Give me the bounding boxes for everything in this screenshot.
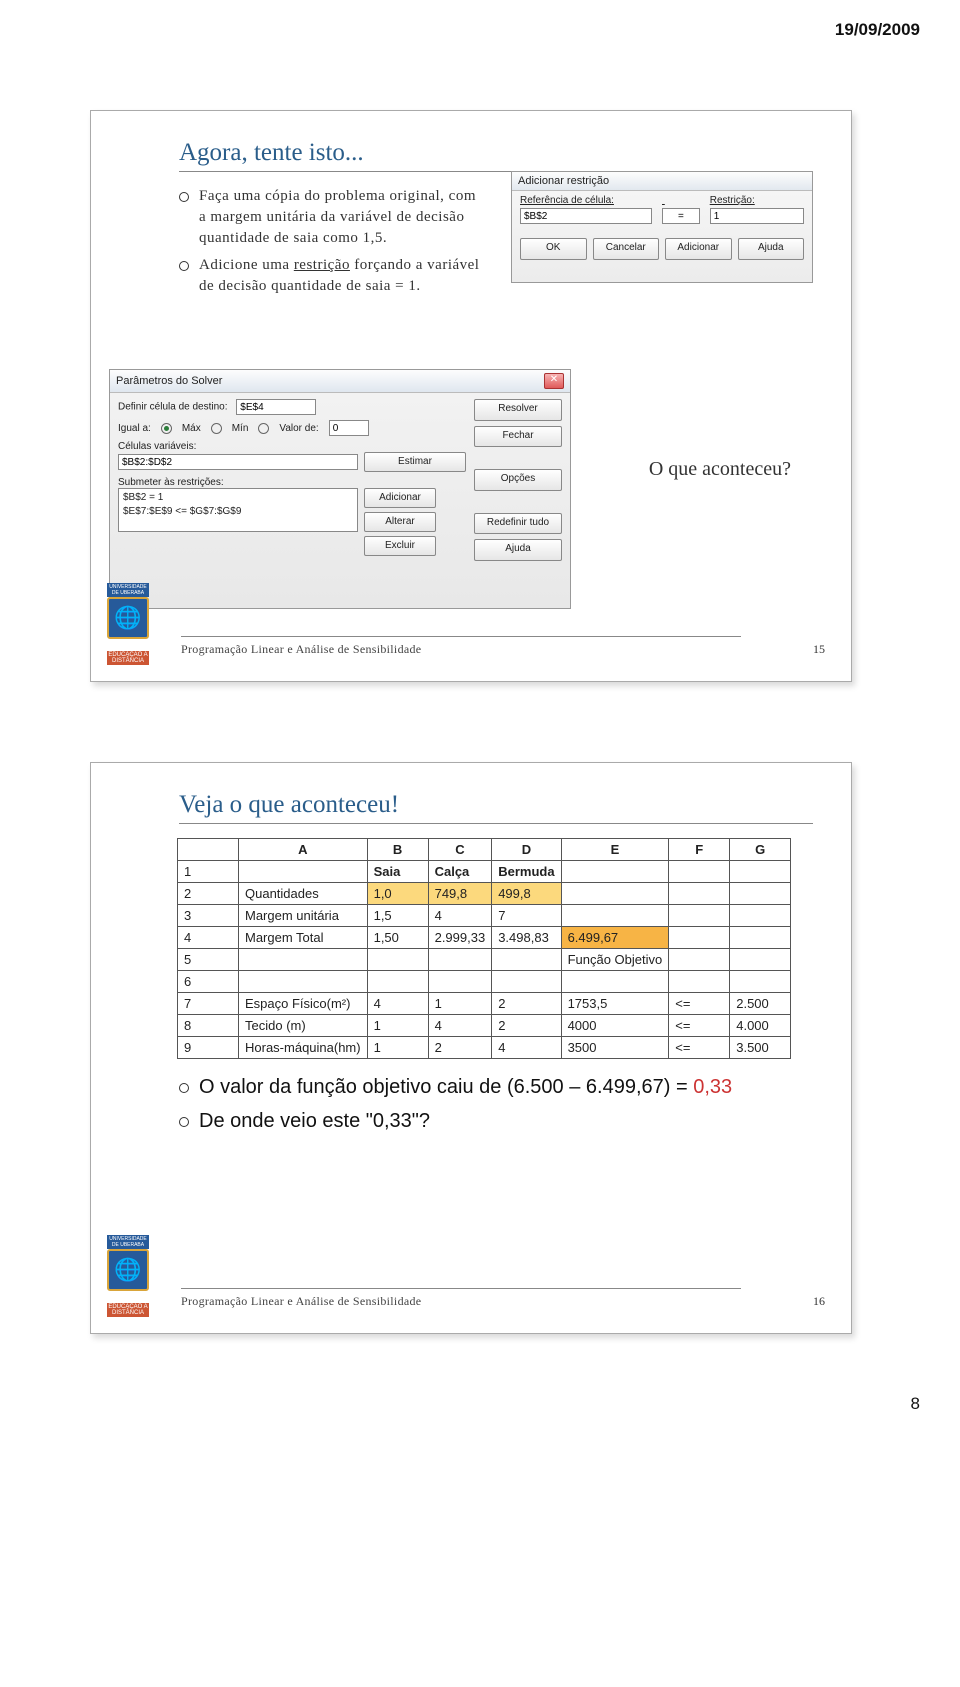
btn-alterar[interactable]: Alterar [364, 512, 436, 532]
submeter-label: Submeter às restrições: [118, 477, 466, 488]
btn-excluir[interactable]: Excluir [364, 536, 436, 556]
add-restriction-dialog: Adicionar restrição Referência de célula… [511, 171, 813, 283]
btn-ajuda[interactable]: Ajuda [474, 539, 562, 561]
destino-input[interactable] [236, 399, 316, 415]
radio-max[interactable] [161, 423, 172, 434]
btn-resolver[interactable]: Resolver [474, 399, 562, 421]
slide1-title: Agora, tente isto... [179, 139, 813, 172]
cellref-input[interactable] [520, 208, 652, 224]
bullet-icon [179, 192, 189, 202]
table-row: 9 Horas-máquina(hm) 1 2 4 3500 <= 3.500 [178, 1037, 791, 1059]
table-row: 7 Espaço Físico(m²) 4 1 2 1753,5 <= 2.50… [178, 993, 791, 1015]
cancel-button[interactable]: Cancelar [593, 238, 660, 260]
dialog-title: Adicionar restrição [512, 172, 812, 191]
table-row: 8 Tecido (m) 1 4 2 4000 <= 4.000 [178, 1015, 791, 1037]
table-row: 5 Função Objetivo [178, 949, 791, 971]
radio-max-label: Máx [182, 423, 201, 434]
header-date: 19/09/2009 [835, 20, 920, 40]
destino-label: Definir célula de destino: [118, 402, 228, 413]
page-number: 8 [911, 1394, 920, 1414]
table-header: A B C D E F G [178, 839, 791, 861]
slide-1: Agora, tente isto... Faça uma cópia do p… [90, 110, 852, 682]
radio-min-label: Mín [232, 423, 249, 434]
slide2-page: 16 [813, 1294, 825, 1309]
btn-fechar[interactable]: Fechar [474, 426, 562, 448]
list-item: $B$2 = 1 [123, 491, 353, 505]
btn-redefinir[interactable]: Redefinir tudo [474, 513, 562, 535]
radio-valor[interactable] [258, 423, 269, 434]
help-button[interactable]: Ajuda [738, 238, 805, 260]
bullet-text: O valor da função objetivo caiu de (6.50… [199, 1073, 732, 1101]
list-item: $E$7:$E$9 <= $G$7:$G$9 [123, 505, 353, 519]
add-button[interactable]: Adicionar [665, 238, 732, 260]
ead-label: EDUCAÇÃO A DISTÂNCIA [107, 651, 149, 665]
logo-block: UNIVERSIDADE DE UBERABA 🌐 EDUCAÇÃO A DIS… [107, 1235, 149, 1317]
table-row: 4 Margem Total 1,50 2.999,33 3.498,83 6.… [178, 927, 791, 949]
cellref-label: Referência de célula: [520, 195, 652, 206]
btn-adicionar[interactable]: Adicionar [364, 488, 436, 508]
close-icon[interactable]: ✕ [544, 373, 564, 389]
university-label: UNIVERSIDADE DE UBERABA [107, 1235, 149, 1249]
bullet-icon [179, 1083, 189, 1093]
btn-opcoes[interactable]: Opções [474, 469, 562, 491]
logo-block: UNIVERSIDADE DE UBERABA 🌐 EDUCAÇÃO A DIS… [107, 583, 149, 665]
igual-label: Igual a: [118, 423, 151, 434]
table-row: 1 Saia Calça Bermuda [178, 861, 791, 883]
estimar-button[interactable]: Estimar [364, 452, 466, 472]
restrictions-list[interactable]: $B$2 = 1 $E$7:$E$9 <= $G$7:$G$9 [118, 488, 358, 532]
slide1-page: 15 [813, 642, 825, 657]
slide2-bullet: O valor da função objetivo caiu de (6.50… [179, 1073, 813, 1101]
ead-label: EDUCAÇÃO A DISTÂNCIA [107, 1303, 149, 1317]
op-select[interactable] [662, 208, 700, 224]
radio-valor-label: Valor de: [279, 423, 318, 434]
solver-title: Parâmetros do Solver [116, 375, 222, 387]
bullet-icon [179, 261, 189, 271]
slide2-bullet: De onde veio este "0,33"? [179, 1107, 813, 1135]
bullet-icon [179, 1117, 189, 1127]
slide1-footer: Programação Linear e Análise de Sensibil… [181, 642, 421, 657]
bullet-text: De onde veio este "0,33"? [199, 1107, 430, 1135]
table-row: 2 Quantidades 1,0 749,8 499,8 [178, 883, 791, 905]
bullet-text: Faça uma cópia do problema original, com… [199, 186, 484, 249]
bullet-text: Adicione uma restrição forçando a variáv… [199, 255, 484, 297]
page: 19/09/2009 Agora, tente isto... Faça uma… [0, 0, 960, 1434]
globe-icon: 🌐 [107, 1249, 149, 1291]
slide-2: Veja o que aconteceu! A B C D E F G 1 Sa… [90, 762, 852, 1334]
results-table: A B C D E F G 1 Saia Calça Bermuda [177, 838, 791, 1059]
slide2-title: Veja o que aconteceu! [179, 791, 813, 824]
op-label [662, 195, 700, 206]
ok-button[interactable]: OK [520, 238, 587, 260]
restriction-input[interactable] [710, 208, 804, 224]
valor-input[interactable] [329, 420, 369, 436]
slide2-footer: Programação Linear e Análise de Sensibil… [181, 1294, 421, 1309]
celvar-input[interactable] [118, 454, 358, 470]
celvar-label: Células variáveis: [118, 441, 466, 452]
slide1-question: O que aconteceu? [649, 458, 791, 481]
restriction-label: Restrição: [710, 195, 804, 206]
table-row: 3 Margem unitária 1,5 4 7 [178, 905, 791, 927]
radio-min[interactable] [211, 423, 222, 434]
solver-dialog: Parâmetros do Solver ✕ Definir célula de… [109, 369, 571, 609]
globe-icon: 🌐 [107, 597, 149, 639]
university-label: UNIVERSIDADE DE UBERABA [107, 583, 149, 597]
table-row: 6 [178, 971, 791, 993]
